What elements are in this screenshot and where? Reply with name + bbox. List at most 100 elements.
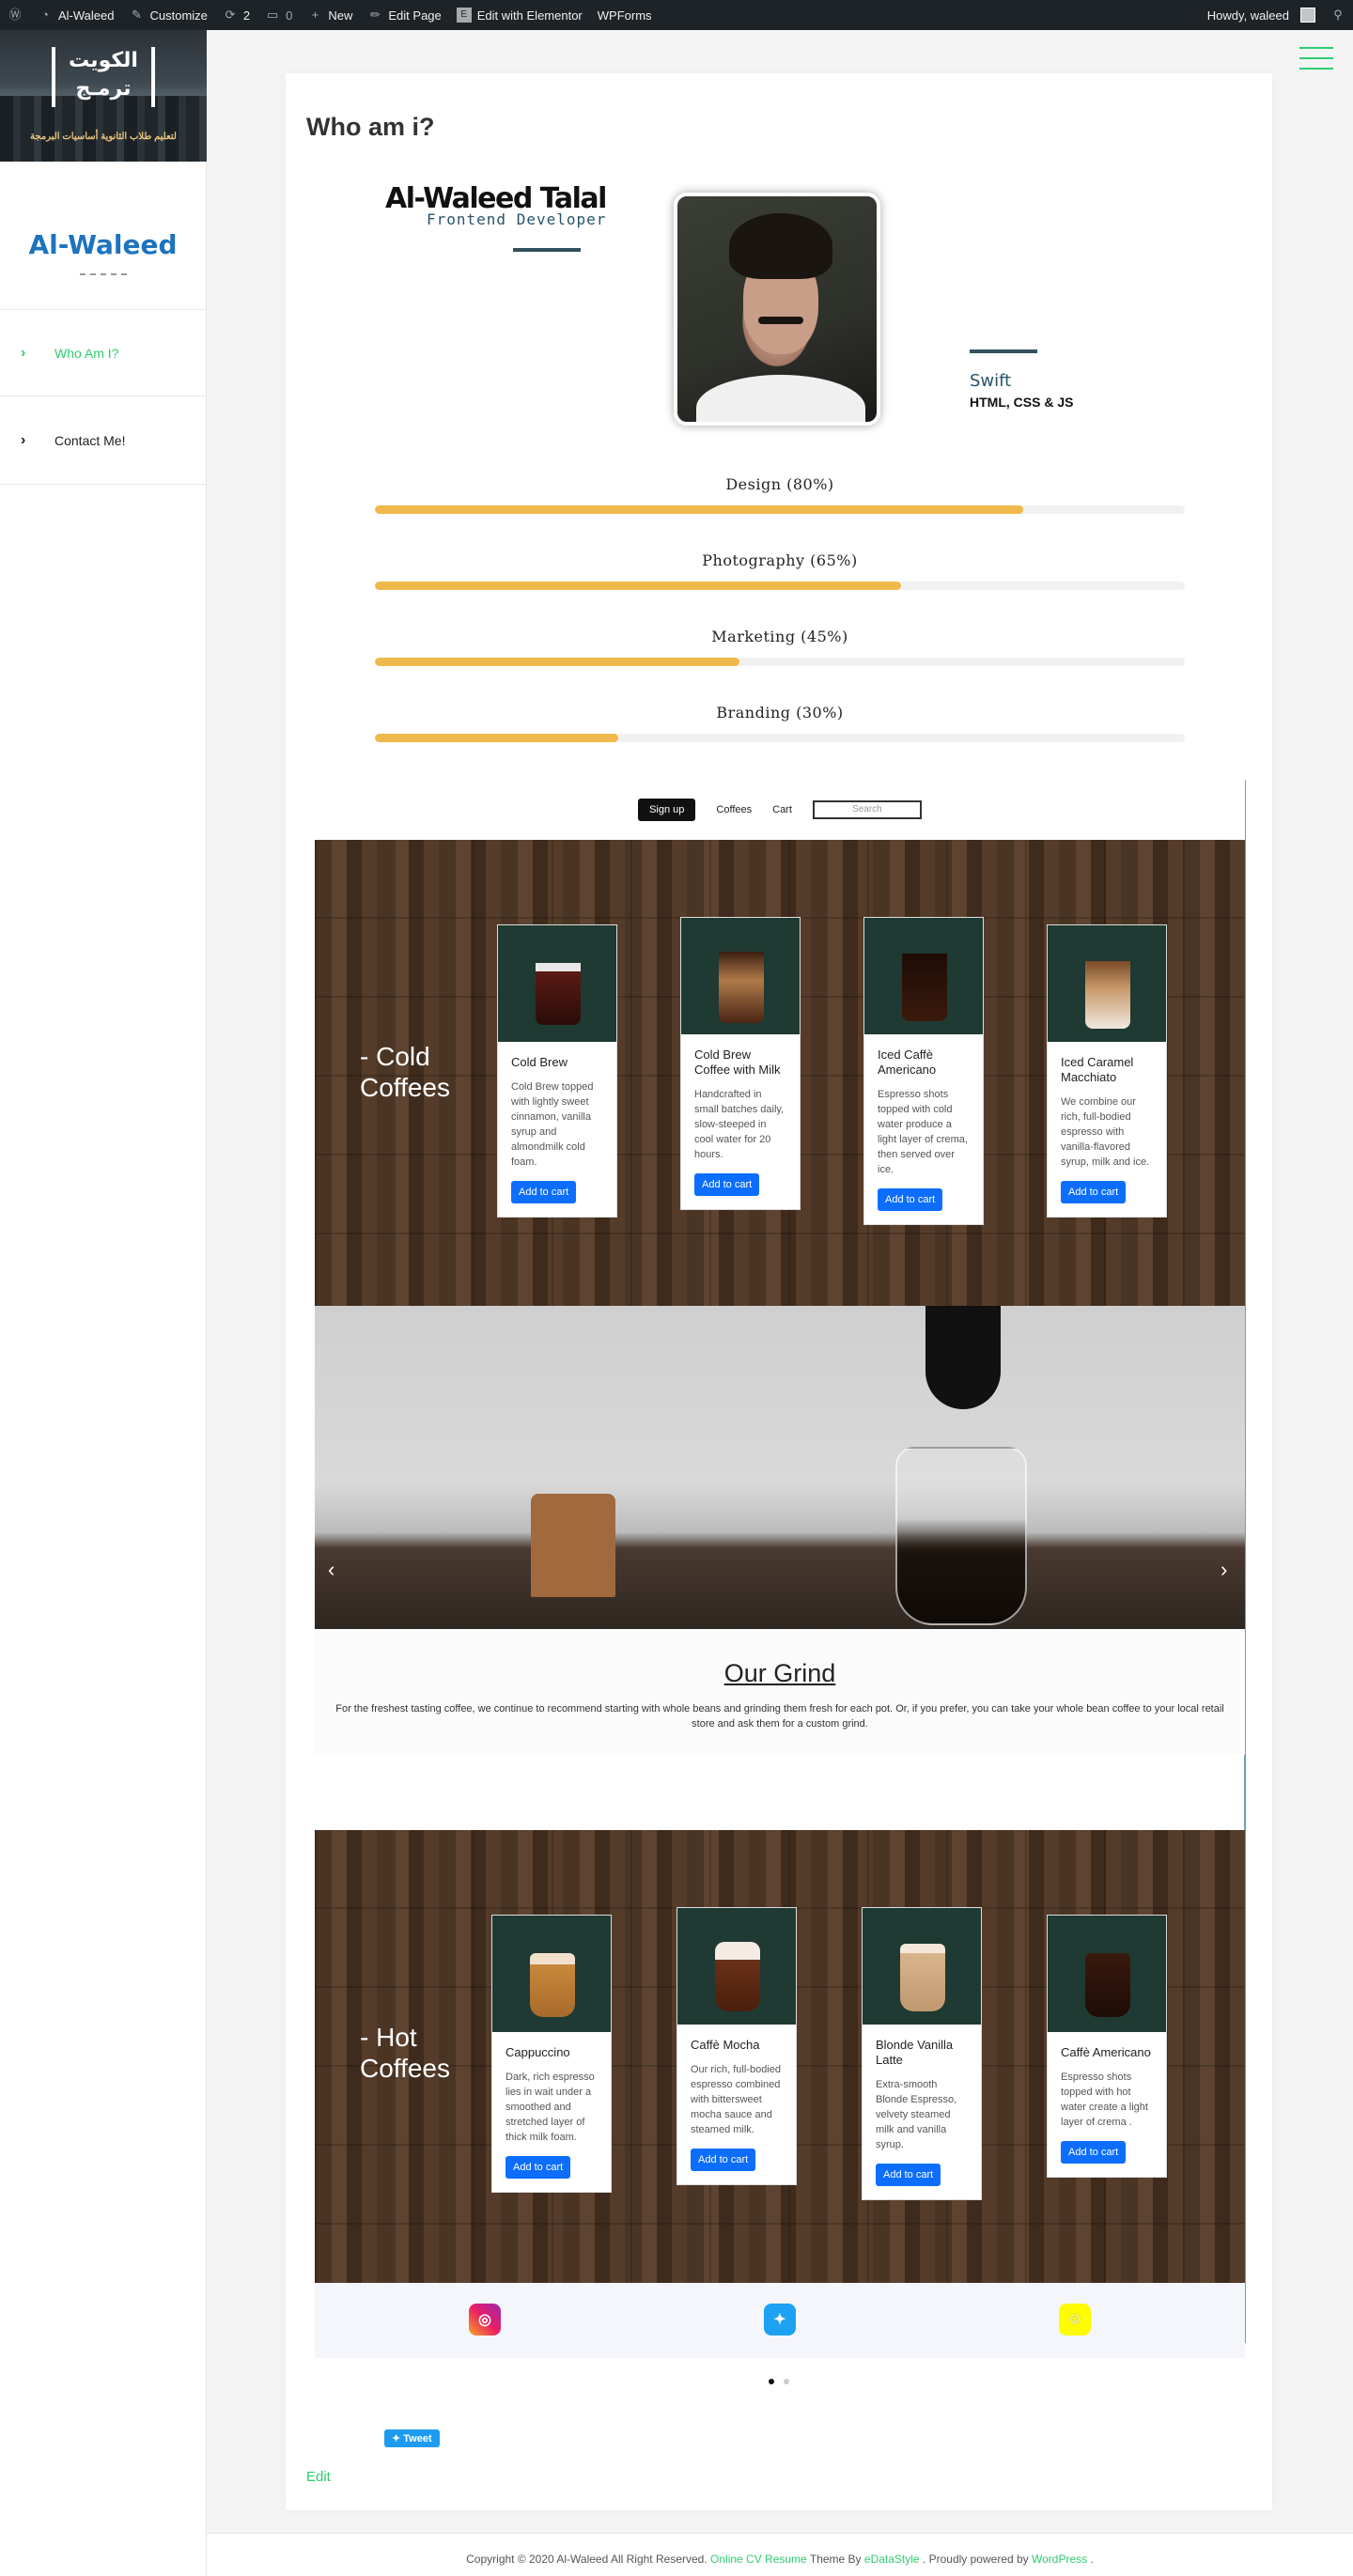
search-input[interactable]: Search (812, 800, 922, 819)
sidebar: الكويت ترمـج لتعليم طلاب الثانوية أساسيات… (0, 30, 207, 2576)
profile-photo (674, 193, 880, 426)
account-button[interactable]: Howdy, waleed (1200, 0, 1323, 30)
wpforms-button[interactable]: WPForms (590, 0, 660, 30)
product-card: Blonde Vanilla Latte Extra-smooth Blonde … (862, 1907, 982, 2200)
author-link[interactable]: eDataStyle (864, 2553, 920, 2566)
sidebar-item-who-am-i[interactable]: › Who Am I? (0, 310, 206, 396)
wordpress-link[interactable]: WordPress (1032, 2553, 1087, 2566)
progress-track (375, 658, 1185, 666)
section-title-line: - Cold (360, 1042, 430, 1071)
add-to-cart-button[interactable]: Add to cart (1061, 2141, 1127, 2164)
progress-fill (375, 658, 739, 666)
section-title-line: Coffees (360, 2054, 450, 2083)
customize-button[interactable]: ✎ Customize (121, 0, 214, 30)
sidebar-menu: › Who Am I? › Contact Me! (0, 309, 206, 485)
product-card: Caffè Americano Espresso shots topped wit… (1047, 1915, 1167, 2178)
skill-bar-label: Photography (65%) (702, 551, 858, 569)
comment-icon: ▭ (266, 8, 279, 22)
product-image (681, 918, 800, 1034)
product-card: Cold Brew Coffee with Milk Handcrafted in… (680, 917, 801, 1210)
snapchat-icon[interactable]: ☺ (1059, 2304, 1091, 2335)
product-name: Caffè Mocha (691, 2038, 760, 2052)
accent-line (513, 248, 581, 252)
elementor-label: Edit with Elementor (476, 8, 583, 23)
product-name: Caffè Americano (1061, 2045, 1151, 2059)
sidebar-item-label: Who Am I? (54, 345, 119, 361)
page-title: Who am i? (306, 113, 435, 141)
skill-bar-label: Branding (30%) (716, 704, 844, 722)
theme-link[interactable]: Online CV Resume (710, 2553, 807, 2566)
edit-page-button[interactable]: ✏ Edit Page (360, 0, 448, 30)
skill-bar-photography: Photography (65%) (375, 551, 1185, 590)
edit-link[interactable]: Edit (306, 2469, 331, 2485)
product-description: Extra-smooth Blonde Espresso, velvety st… (876, 2079, 957, 2150)
elementor-button[interactable]: E Edit with Elementor (449, 0, 590, 30)
progress-fill (375, 505, 1023, 514)
product-description: We combine our rich, full-bodied espress… (1061, 1096, 1150, 1168)
progress-fill (375, 734, 618, 742)
wordpress-icon: Ⓦ (8, 8, 22, 22)
dashboard-icon: ◔ (41, 8, 49, 22)
chevron-left-icon[interactable]: ‹ (328, 1558, 334, 1582)
product-card: Iced Caffè Americano Espresso shots toppe… (863, 917, 984, 1225)
product-card: Iced Caramel Macchiato We combine our ric… (1047, 924, 1167, 1218)
new-button[interactable]: + New (300, 0, 360, 30)
add-to-cart-button[interactable]: Add to cart (691, 2149, 756, 2171)
instagram-icon[interactable]: ◎ (469, 2304, 501, 2335)
tweet-button[interactable]: ✦ Tweet (384, 2429, 440, 2447)
add-to-cart-button[interactable]: Add to cart (505, 2156, 571, 2179)
site-title[interactable]: Al-Waleed (0, 229, 206, 260)
plus-icon: + (311, 8, 319, 22)
elementor-icon: E (456, 8, 472, 23)
updates-count: 2 (242, 8, 251, 23)
updates-button[interactable]: ⟳ 2 (215, 0, 257, 30)
product-description: Espresso shots topped with cold water pr… (878, 1089, 968, 1175)
avatar (1300, 8, 1315, 23)
product-name: Iced Caramel Macchiato (1061, 1055, 1134, 1084)
comments-button[interactable]: ▭ 0 (257, 0, 300, 30)
product-name: Cappuccino (505, 2045, 570, 2059)
add-to-cart-button[interactable]: Add to cart (694, 1173, 760, 1196)
twitter-icon[interactable]: ✦ (764, 2304, 796, 2335)
product-image (1048, 925, 1166, 1042)
product-description: Our rich, full-bodied espresso combined … (691, 2064, 781, 2135)
site-name-button[interactable]: ◔ Al-Waleed (30, 0, 121, 30)
product-name: Iced Caffè Americano (878, 1047, 937, 1077)
product-description: Cold Brew topped with lightly sweet cinn… (511, 1081, 594, 1168)
nav-cart[interactable]: Cart (772, 804, 792, 815)
skill-title: Swift (970, 371, 1012, 391)
slider-dots (769, 2379, 789, 2384)
refresh-icon: ⟳ (225, 8, 236, 22)
tweet-label: Tweet (403, 2433, 432, 2444)
coffee-site-nav: Sign up Coffees Cart Search (315, 780, 1245, 840)
add-to-cart-button[interactable]: Add to cart (878, 1188, 943, 1211)
add-to-cart-button[interactable]: Add to cart (511, 1181, 577, 1203)
signup-button[interactable]: Sign up (638, 799, 696, 821)
footer: Copyright © 2020 Al-Waleed All Right Res… (207, 2533, 1353, 2576)
cold-coffees-section: - Cold Coffees Cold Brew Cold Brew topped … (315, 840, 1245, 1306)
product-name: Cold Brew (511, 1055, 568, 1069)
grind-section: Our Grind For the freshest tasting coffe… (315, 1629, 1245, 1755)
slider-dot-active[interactable] (769, 2379, 774, 2384)
add-to-cart-button[interactable]: Add to cart (1061, 1181, 1127, 1203)
search-button[interactable]: ⚲ (1323, 0, 1353, 30)
wpforms-label: WPForms (597, 8, 652, 23)
site-logo[interactable]: الكويت ترمـج لتعليم طلاب الثانوية أساسيات… (0, 30, 207, 162)
product-image (498, 925, 616, 1042)
product-name: Cold Brew Coffee with Milk (694, 1047, 781, 1077)
chevron-right-icon[interactable]: › (1221, 1558, 1227, 1582)
hamburger-menu-icon[interactable] (1299, 47, 1333, 73)
grind-title: Our Grind (723, 1659, 836, 1687)
pencil-icon: ✏ (369, 8, 381, 22)
add-to-cart-button[interactable]: Add to cart (876, 2164, 941, 2186)
slider-dot[interactable] (784, 2379, 789, 2384)
sidebar-item-contact[interactable]: › Contact Me! (0, 396, 206, 485)
search-icon: ⚲ (1333, 8, 1343, 22)
logo-text-top: الكويت (69, 49, 138, 72)
admin-bar: Ⓦ ◔ Al-Waleed ✎ Customize ⟳ 2 ▭ 0 + New ✏ Edit… (0, 0, 1353, 30)
wordpress-logo-button[interactable]: Ⓦ (0, 0, 30, 30)
grind-text: For the freshest tasting coffee, we cont… (335, 1703, 1224, 1730)
new-label: New (328, 8, 353, 23)
nav-coffees[interactable]: Coffees (716, 804, 752, 815)
sidebar-item-label: Contact Me! (54, 432, 126, 448)
